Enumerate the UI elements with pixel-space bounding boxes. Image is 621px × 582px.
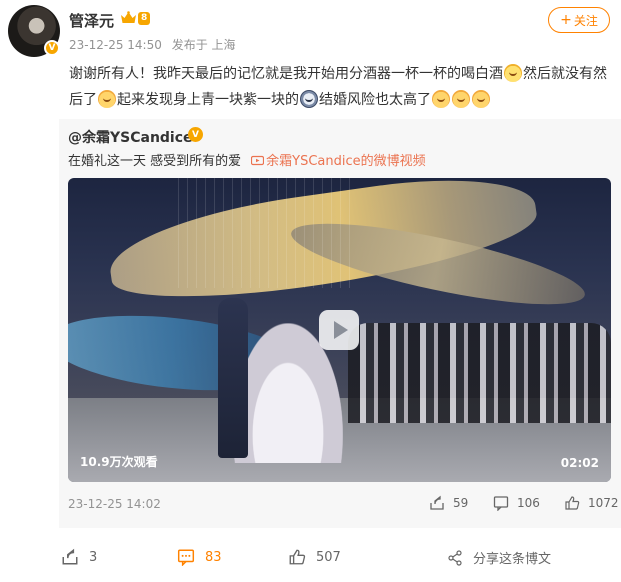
doge-emoji-icon — [472, 90, 490, 108]
follow-label: 关注 — [573, 13, 598, 28]
retweet-author[interactable]: @余霜YSCandice — [68, 127, 193, 147]
video-view-count: 10.9万次观看 — [80, 455, 158, 469]
retweet-comment-button[interactable]: 106 — [493, 495, 540, 511]
retweet-text: 在婚礼这一天 感受到所有的爱 余霜YSCandice的微博视频 — [68, 150, 426, 169]
post-meta: 23-12-25 14:50 发布于 上海 — [69, 36, 242, 53]
post-text-part: 起来发现身上青一块紫一块的 — [117, 92, 299, 108]
thumbs-up-icon — [565, 496, 580, 510]
retweet-like-button[interactable]: 1072 — [564, 495, 619, 511]
like-count: 507 — [316, 549, 341, 565]
repost-button[interactable]: 3 — [61, 548, 97, 566]
video-frame-lights — [178, 178, 358, 288]
crown-icon — [121, 11, 136, 23]
comment-count: 83 — [205, 549, 222, 565]
share-button[interactable]: 分享这条博文 — [447, 548, 551, 567]
follow-button[interactable]: + 关注 — [548, 7, 610, 33]
post-timestamp[interactable]: 23-12-25 14:50 — [69, 38, 162, 52]
retweet-comment-count: 106 — [517, 496, 540, 510]
video-player[interactable]: 10.9万次观看 02:02 — [68, 178, 611, 482]
repost-icon — [62, 548, 78, 565]
video-link[interactable]: 余霜YSCandice的微博视频 — [266, 154, 426, 169]
video-frame-crowd — [348, 323, 611, 423]
verified-badge: V — [44, 40, 60, 56]
like-button[interactable]: 507 — [288, 548, 341, 566]
retweet-actions: 59 106 1072 — [59, 495, 621, 515]
repost-icon — [430, 495, 444, 510]
video-link-icon — [251, 155, 265, 166]
weibo-post: V 管泽元 8 23-12-25 14:50 发布于 上海 + 关注 谢谢所有人… — [0, 0, 621, 582]
share-icon — [448, 549, 462, 566]
comment-icon — [493, 496, 509, 511]
repost-count: 3 — [89, 549, 98, 565]
play-icon[interactable] — [318, 309, 360, 351]
thumbs-up-icon — [289, 549, 306, 565]
bruise-emoji-icon — [300, 90, 318, 108]
retweet-verified-badge: V — [188, 127, 203, 142]
comment-icon — [177, 549, 195, 566]
username[interactable]: 管泽元 — [69, 10, 114, 31]
comment-button[interactable]: 83 — [177, 548, 222, 566]
post-text-part: 结婚风险也太高了 — [319, 92, 431, 108]
retweet-like-count: 1072 — [588, 496, 619, 510]
laugh-emoji-icon — [504, 64, 522, 82]
post-text: 谢谢所有人！我昨天最后的记忆就是我开始用分酒器一杯一杯的喝白酒 然后就没有然后了起… — [69, 61, 614, 113]
video-frame-groom — [218, 298, 248, 458]
plus-icon: + — [560, 12, 572, 28]
post-toolbar: 3 83 507 分享这条博文 — [0, 540, 621, 576]
doge-emoji-icon — [98, 90, 116, 108]
doge-emoji-icon — [452, 90, 470, 108]
retweet-text-body: 在婚礼这一天 感受到所有的爱 — [68, 154, 242, 169]
doge-emoji-icon — [432, 90, 450, 108]
post-source: 发布于 上海 — [171, 38, 236, 52]
retweet-repost-button[interactable]: 59 — [429, 495, 468, 511]
video-duration: 02:02 — [560, 456, 599, 470]
post-text-part: 谢谢所有人！我昨天最后的记忆就是我开始用分酒器一杯一杯的喝白酒 — [69, 66, 503, 82]
retweet-card: @余霜YSCandice V 在婚礼这一天 感受到所有的爱 余霜YSCandice… — [59, 119, 621, 528]
share-label: 分享这条博文 — [473, 552, 552, 567]
retweet-repost-count: 59 — [453, 496, 469, 510]
level-badge: 8 — [138, 12, 151, 25]
